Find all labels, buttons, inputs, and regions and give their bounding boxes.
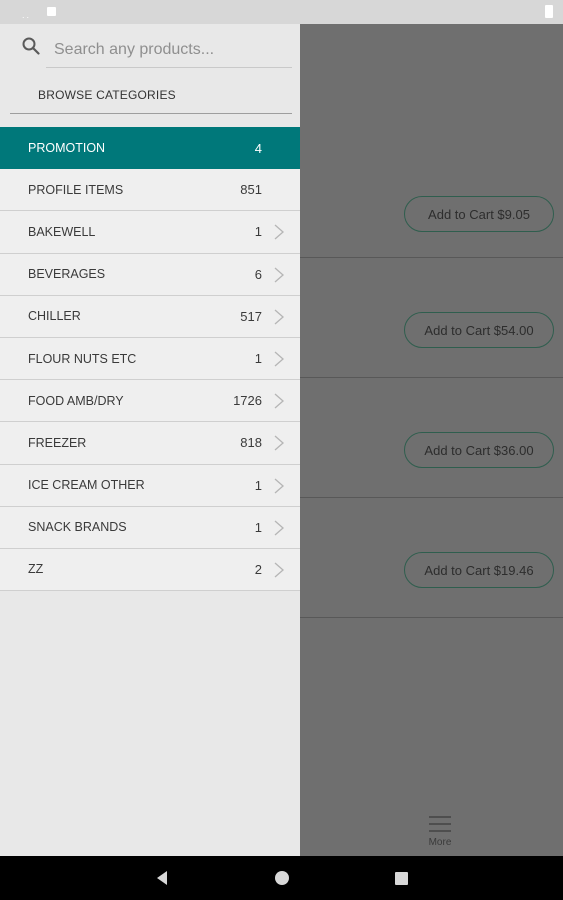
chevron-right-icon <box>274 478 284 493</box>
category-drawer: BROWSE CATEGORIES PROMOTION 4 PROFILE ITEM… <box>0 24 300 856</box>
recent-apps-icon[interactable] <box>395 872 408 885</box>
add-to-cart-button[interactable]: Add to Cart $36.00 <box>404 432 554 468</box>
category-name: FLOUR NUTS ETC <box>28 351 137 366</box>
chevron-right-icon <box>274 224 284 240</box>
category-item[interactable]: ICE CREAM OTHER 1 <box>0 464 300 507</box>
category-name: PROMOTION <box>28 141 106 156</box>
add-to-cart-button[interactable]: Add to Cart $54.00 <box>404 312 554 348</box>
search-input[interactable] <box>46 32 292 68</box>
hamburger-icon <box>429 816 451 832</box>
category-item[interactable]: ZZ 2 <box>0 548 300 592</box>
chevron-right-icon <box>274 393 284 409</box>
battery-icon <box>545 5 553 18</box>
category-count: 1 <box>254 224 262 240</box>
system-nav-bar <box>0 856 563 900</box>
category-name: SNACK BRANDS <box>28 520 127 535</box>
product-row: Add to Cart $36.00 <box>300 378 563 498</box>
product-row: Add to Cart $54.00 <box>300 258 563 378</box>
category-count: 6 <box>254 266 262 282</box>
category-name: BEVERAGES <box>28 267 106 282</box>
category-item[interactable]: SNACK BRANDS 1 <box>0 506 300 549</box>
chevron-right-icon <box>274 435 284 451</box>
category-count: 517 <box>240 308 262 324</box>
category-item[interactable]: FREEZER 818 <box>0 422 300 465</box>
category-list: PROMOTION 4 PROFILE ITEMS 851 BAKEWELL 1 BEVER… <box>0 127 300 592</box>
notification-icon <box>47 7 56 16</box>
category-name: CHILLER <box>28 309 81 324</box>
category-count: 851 <box>240 182 262 198</box>
chevron-right-icon <box>274 267 284 283</box>
back-icon[interactable] <box>156 870 168 886</box>
chevron-right-icon <box>274 520 284 536</box>
add-to-cart-button[interactable]: Add to Cart $19.46 <box>404 552 554 588</box>
category-name: FREEZER <box>28 435 87 450</box>
category-count: 2 <box>254 561 262 577</box>
product-row: Add to Cart $9.05 <box>300 24 563 258</box>
chevron-right-icon <box>274 309 284 325</box>
status-bar: .. <box>0 0 563 24</box>
category-name: BAKEWELL <box>28 224 96 239</box>
chevron-right-icon <box>274 351 284 367</box>
category-item[interactable]: PROMOTION 4 <box>0 127 300 170</box>
search-bar <box>0 24 300 68</box>
category-item[interactable]: PROFILE ITEMS 851 <box>0 169 300 212</box>
category-item[interactable]: FOOD AMB/DRY 1726 <box>0 380 300 423</box>
category-count: 4 <box>254 140 262 156</box>
category-count: 1726 <box>233 393 262 409</box>
signal-dots-icon: .. <box>22 10 32 20</box>
category-count: 818 <box>240 435 262 451</box>
product-row: Add to Cart $19.46 <box>300 498 563 618</box>
chevron-right-icon <box>274 562 284 578</box>
category-item[interactable]: FLOUR NUTS ETC 1 <box>0 337 300 381</box>
category-count: 1 <box>254 477 262 493</box>
category-item[interactable]: BAKEWELL 1 <box>0 211 300 254</box>
product-list: Add to Cart $9.05 Add to Cart $54.00 Add t… <box>300 24 563 856</box>
category-name: PROFILE ITEMS <box>28 182 124 197</box>
add-to-cart-button[interactable]: Add to Cart $9.05 <box>404 196 554 232</box>
category-count: 1 <box>254 519 262 535</box>
more-label: More <box>428 837 452 848</box>
more-tab[interactable]: More <box>420 816 460 848</box>
category-name: FOOD AMB/DRY <box>28 393 124 408</box>
category-item[interactable]: CHILLER 517 <box>0 295 300 338</box>
category-item[interactable]: BEVERAGES 6 <box>0 253 300 296</box>
home-icon[interactable] <box>275 871 289 885</box>
category-name: ICE CREAM OTHER <box>28 478 145 493</box>
search-icon[interactable] <box>22 37 40 55</box>
category-count: 1 <box>254 351 262 367</box>
category-name: ZZ <box>28 562 44 577</box>
browse-categories-button[interactable]: BROWSE CATEGORIES <box>10 76 292 114</box>
